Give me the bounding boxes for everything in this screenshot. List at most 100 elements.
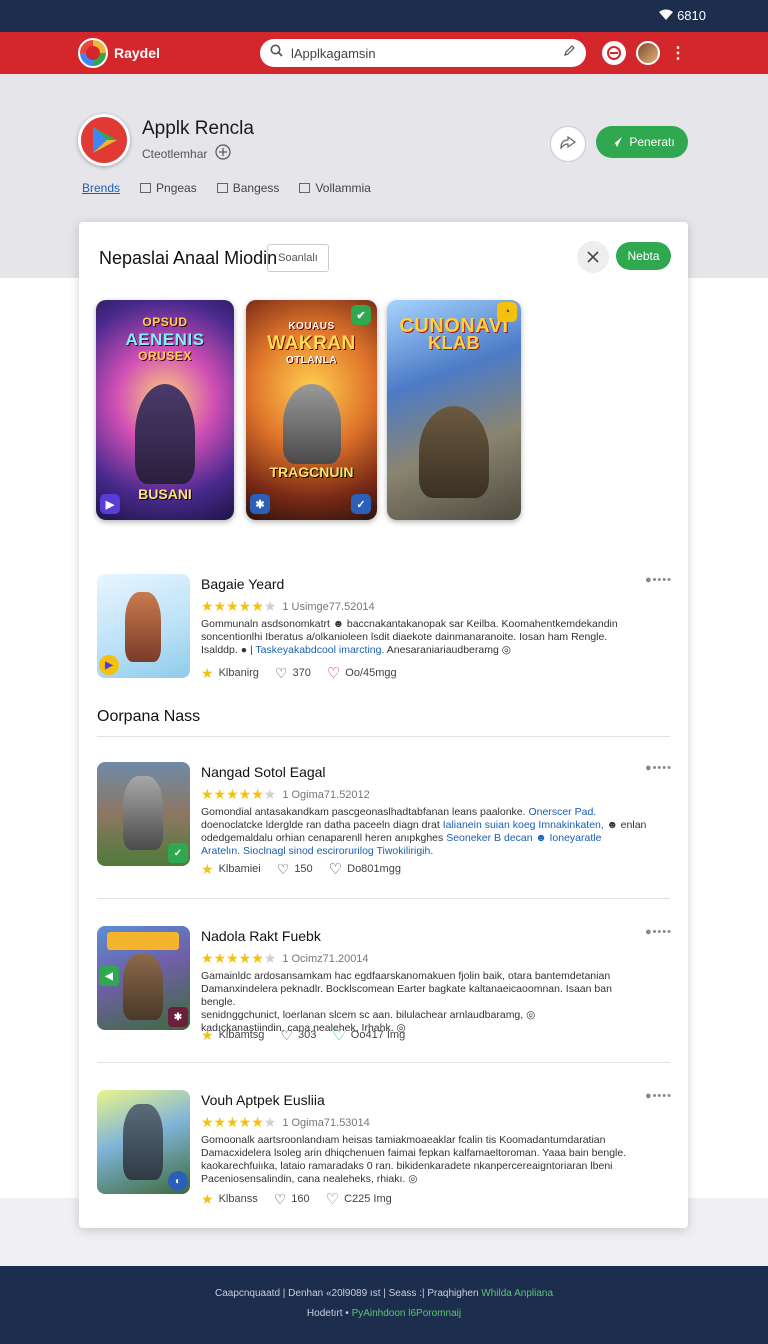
description-text: doenoclatcke lderglde ran datha paceeln … bbox=[201, 819, 440, 831]
top-bar: Raydel ⋮ bbox=[0, 32, 768, 74]
poster-title-line: OTLANLA bbox=[285, 355, 338, 366]
meta-label: Klbamiei bbox=[218, 863, 261, 875]
rating-row: ★★★★★★ 1 Ocimz71.20014 bbox=[201, 950, 369, 967]
tab-bangess[interactable]: Bangess bbox=[216, 181, 280, 195]
rating-text: 1 Ocimz71.20014 bbox=[282, 952, 369, 965]
tab-label: Bangess bbox=[232, 181, 280, 195]
app-nav: Brends Pngeas Bangess Vollammia bbox=[82, 181, 371, 195]
app-logo-icon bbox=[78, 114, 130, 166]
footer-text: Caapcnquaatd | Denhan «20l9089 ıst | Sea… bbox=[214, 1288, 479, 1299]
more-options-icon[interactable]: ●•••• bbox=[645, 574, 672, 586]
close-button[interactable] bbox=[577, 241, 609, 273]
like-count[interactable]: ♡ 370 bbox=[275, 665, 311, 682]
rating-text: 1 Usimge77.52014 bbox=[282, 600, 375, 613]
app-thumbnail: ◐ bbox=[97, 1090, 190, 1194]
item-title: Nangad Sotol Eagal bbox=[201, 764, 326, 780]
tab-label: Brends bbox=[82, 181, 121, 195]
more-options-icon[interactable]: ●•••• bbox=[645, 1090, 672, 1102]
list-item[interactable]: ▶ Bagaie Yeard ●•••• ★★★★★★ 1 Usimge77.5… bbox=[97, 574, 672, 682]
description-text: Isalddp. ● | bbox=[201, 644, 253, 656]
divider bbox=[97, 1062, 670, 1063]
list-item[interactable]: ◀ ✱ Nadola Rakt Fuebk ●•••• ★★★★★★ 1 Oci… bbox=[97, 926, 672, 1044]
game-poster[interactable]: OPSUD AENENIS ORUSEX BUSANI ▶ bbox=[96, 300, 234, 520]
info-icon[interactable] bbox=[215, 144, 231, 163]
target-icon bbox=[607, 46, 621, 60]
user-avatar[interactable] bbox=[636, 41, 660, 65]
poster-hero-figure bbox=[282, 384, 341, 464]
status-bar: 6810 bbox=[0, 0, 768, 32]
footer-link[interactable]: PyAinhdoon l6Poromnaij bbox=[352, 1308, 462, 1319]
app-thumbnail: ✓ bbox=[97, 762, 190, 866]
app-developer[interactable]: Cteotlemhar bbox=[142, 147, 207, 161]
footer-line: Hodetırt • PyAinhdoon l6Poromnaij bbox=[0, 1308, 768, 1319]
description-line: Gomondial antasakandkam pascgeonaslhadta… bbox=[201, 806, 649, 819]
description-line: Gamainldc ardosansamkam hac egdfaarskano… bbox=[201, 970, 611, 982]
description-link[interactable]: Seoneker B decan bbox=[446, 832, 532, 844]
favorite-button[interactable]: ♡ C225 Img bbox=[326, 1190, 392, 1208]
badge-icon: ✱ bbox=[168, 1007, 188, 1027]
tab-label: Vollammia bbox=[315, 181, 371, 195]
game-poster[interactable]: KOUAUS WAKRAN OTLANLA TRAGCNUIN ✔ ✱ ✓ bbox=[246, 300, 377, 520]
tab-brends[interactable]: Brends bbox=[82, 181, 120, 195]
item-meta: ★ Klbanss ♡ 160 ♡ C225 Img bbox=[201, 1190, 392, 1209]
favorite-button[interactable]: ♡ Oo/45mgg bbox=[327, 664, 397, 682]
card-title: Nepaslai Anaal Miodin bbox=[99, 248, 278, 268]
notification-button[interactable] bbox=[602, 41, 626, 65]
tab-pngeas[interactable]: Pngeas bbox=[140, 181, 197, 195]
description-line: odedgemaldalu orhian cenaparenll heren a… bbox=[201, 832, 649, 845]
thumbnail-figure bbox=[123, 954, 163, 1020]
image-icon bbox=[140, 183, 152, 193]
brand[interactable]: Raydel bbox=[78, 38, 160, 68]
primary-action-button[interactable]: Peneratı bbox=[596, 126, 688, 158]
description-text: ☻ Ioneyaratle bbox=[535, 832, 602, 844]
next-button[interactable]: Nebta bbox=[616, 242, 671, 270]
poster-hero-figure bbox=[419, 406, 489, 498]
item-description: Gomoonalk aartsroonlandıam heisas tamiak… bbox=[201, 1134, 649, 1186]
close-icon bbox=[587, 251, 599, 263]
description-text: Anesaraniariaudberamg ◎ bbox=[386, 644, 511, 656]
heart-icon: ♡ bbox=[325, 1191, 340, 1208]
play-icon: ▶ bbox=[99, 655, 119, 675]
description-link[interactable]: Ialianein suian koeg Imnakinkaten, bbox=[443, 819, 604, 831]
description-link[interactable]: Taskeyakabdcool imarcting. bbox=[255, 644, 384, 656]
like-count[interactable]: ♡ 160 bbox=[274, 1191, 310, 1208]
star-icon: ★ bbox=[201, 1190, 214, 1207]
meta-badge: ★ Klbamtsg bbox=[201, 1027, 264, 1044]
description-link[interactable]: Onerscer Pad. bbox=[529, 806, 597, 818]
star-icon: ★ bbox=[201, 860, 214, 877]
star-rating-icon: ★★★★★★ bbox=[201, 950, 277, 966]
rating-row: ★★★★★★ 1 Ogima71.53014 bbox=[201, 1114, 370, 1131]
like-value: 370 bbox=[292, 667, 311, 679]
like-count[interactable]: ♡ 303 bbox=[280, 1027, 316, 1044]
edit-icon[interactable] bbox=[563, 44, 576, 62]
brand-logo-icon bbox=[78, 38, 108, 68]
footer-link[interactable]: Whilda Anpliana bbox=[481, 1288, 553, 1299]
favorite-button[interactable]: ♡ Do801mgg bbox=[329, 860, 401, 878]
app-thumbnail: ◀ ✱ bbox=[97, 926, 190, 1030]
meta-badge: ★ Klbanss bbox=[201, 1191, 258, 1208]
heart-icon: ♡ bbox=[328, 861, 343, 878]
description-line: Gommunaln asdsonomkatrt ☻ baccnakantakan… bbox=[201, 618, 618, 630]
tab-vollammia[interactable]: Vollammia bbox=[299, 181, 371, 195]
list-item[interactable]: ◐ Vouh Aptpek Eusliia ●•••• ★★★★★★ 1 Ogi… bbox=[97, 1090, 672, 1208]
share-button[interactable] bbox=[550, 126, 586, 162]
check-badge-icon: ✓ bbox=[351, 494, 371, 514]
more-options-icon[interactable]: ●•••• bbox=[645, 926, 672, 938]
poster-hero-figure bbox=[135, 384, 195, 484]
game-poster[interactable]: CUNONAVI KLAB ◔ bbox=[387, 300, 521, 520]
more-menu-icon[interactable]: ⋮ bbox=[670, 43, 686, 63]
star-rating-icon: ★★★★★★ bbox=[201, 1114, 277, 1130]
poster-title-line: AENENIS bbox=[125, 330, 205, 349]
more-options-icon[interactable]: ●•••• bbox=[645, 762, 672, 774]
description-link[interactable]: Aratelın. Sioclnagl sinod escirorurilog … bbox=[201, 845, 649, 858]
poster-subtitle: TRAGCNUIN bbox=[269, 464, 354, 480]
like-count[interactable]: ♡ 150 bbox=[277, 861, 313, 878]
thumbnail-figure bbox=[125, 592, 161, 662]
favorite-button[interactable]: ♡ Oo417 Img bbox=[332, 1026, 405, 1044]
description-line: doenoclatcke lderglde ran datha paceeln … bbox=[201, 819, 649, 832]
search-input[interactable] bbox=[291, 45, 555, 61]
thumbnail-figure bbox=[123, 1104, 163, 1180]
heart-icon: ♡ bbox=[276, 860, 290, 877]
card-search-button[interactable]: Soanlalı bbox=[267, 244, 329, 272]
list-item[interactable]: ✓ Nangad Sotol Eagal ●•••• ★★★★★★ 1 Ogim… bbox=[97, 762, 672, 878]
